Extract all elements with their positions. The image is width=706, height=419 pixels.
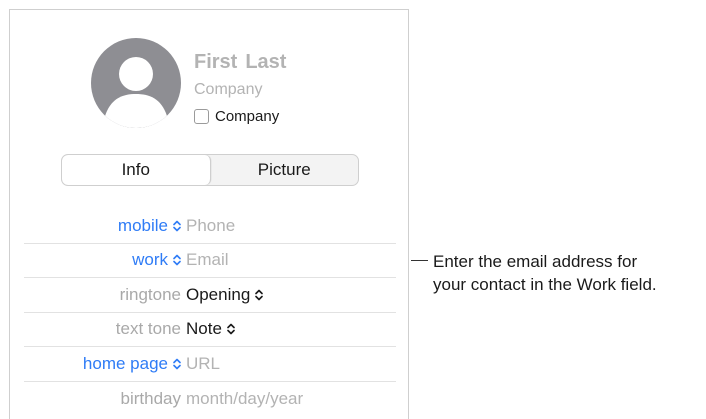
callout-text: Enter the email address for your contact… [433,250,657,296]
chevron-updown-icon [255,289,264,301]
field-row-mobile: mobile Phone [24,209,396,244]
first-name-field[interactable]: First [194,51,237,73]
birthday-field[interactable]: month/day/year [186,389,303,409]
name-fields: First Last [194,51,286,74]
callout-line-2: your contact in the Work field. [433,275,657,294]
chevron-updown-icon [173,254,181,266]
callout-line-1: Enter the email address for [433,252,638,271]
field-row-text-tone: text tone Note [24,312,396,347]
chevron-updown-icon [227,323,235,335]
text-tone-label: text tone [115,319,181,338]
field-row-ringtone: ringtone Opening [24,278,396,313]
field-row-birthday: birthday month/day/year [24,382,396,416]
company-name-field[interactable]: Company [194,81,262,99]
ringtone-label: ringtone [119,285,181,304]
company-checkbox-row[interactable]: Company [194,108,279,125]
company-checkbox-label: Company [215,108,280,125]
avatar-placeholder-icon[interactable] [91,38,181,128]
field-row-home-page: home page URL [24,347,396,382]
email-field[interactable]: Email [186,250,229,270]
home-page-label-popup[interactable]: home page [24,354,186,374]
ringtone-popup[interactable]: Opening [186,285,264,305]
tab-picture[interactable]: Picture [211,155,359,185]
phone-field[interactable]: Phone [186,216,235,236]
company-checkbox[interactable] [194,109,209,124]
mobile-label-popup[interactable]: mobile [24,216,186,236]
chevron-updown-icon [173,358,181,370]
callout-leader-line [411,260,428,261]
tab-info[interactable]: Info [62,155,211,185]
work-label-popup[interactable]: work [24,250,186,270]
field-row-work: work Email [24,243,396,278]
url-field[interactable]: URL [186,354,220,374]
info-picture-segmented-control: Info Picture [61,154,359,186]
last-name-field[interactable]: Last [245,51,286,73]
birthday-label: birthday [120,389,181,408]
text-tone-popup[interactable]: Note [186,319,235,339]
contact-card-panel: First Last Company Company Info Picture m… [9,9,409,419]
chevron-updown-icon [173,220,181,232]
